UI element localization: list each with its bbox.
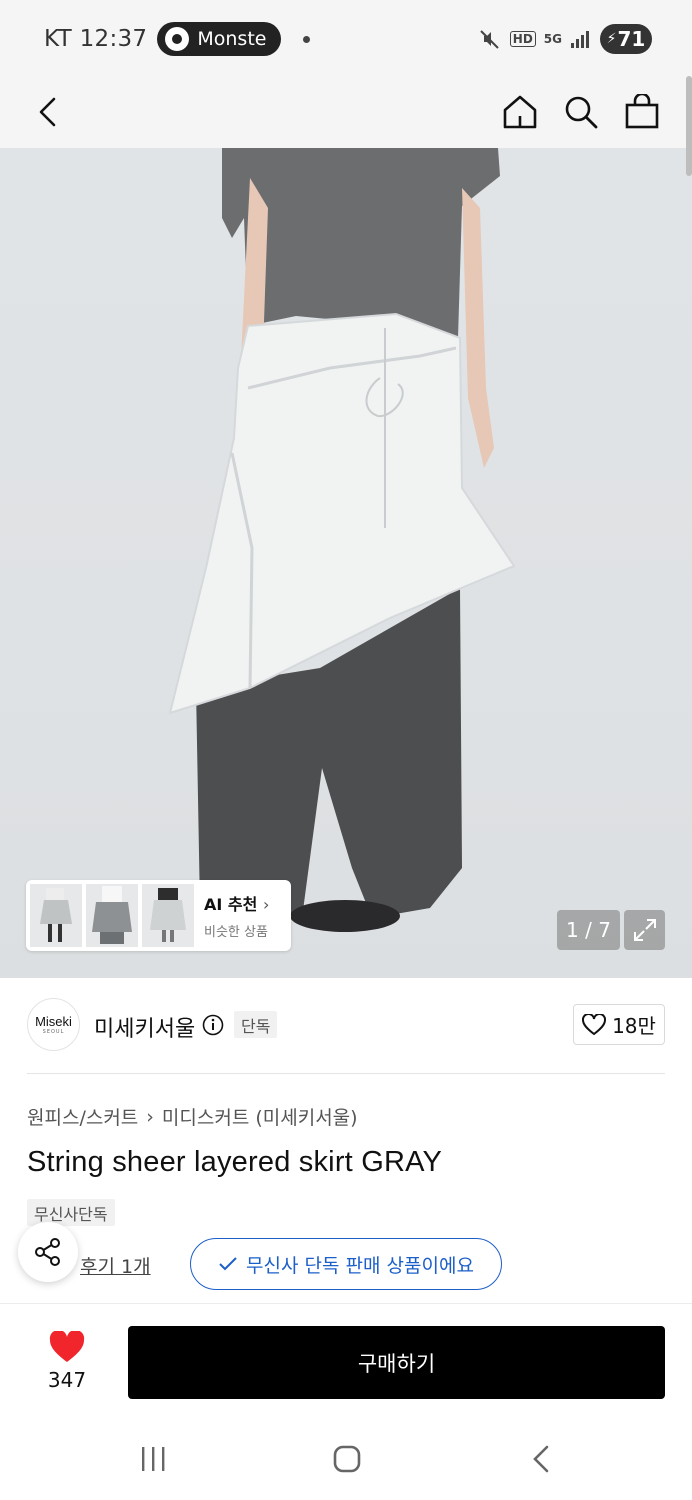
ai-thumb-1[interactable] bbox=[30, 884, 82, 947]
recent-apps-icon bbox=[142, 1447, 165, 1471]
search-icon bbox=[565, 96, 598, 129]
share-button[interactable] bbox=[18, 1222, 78, 1282]
home-nav-icon bbox=[333, 1445, 361, 1473]
shopping-bag-icon bbox=[625, 94, 659, 129]
search-button[interactable] bbox=[555, 84, 607, 140]
exclusive-notice-text: 무신사 단독 판매 상품이에요 bbox=[246, 1254, 474, 1277]
brand-logo-text: Miseki bbox=[35, 1014, 72, 1029]
recent-apps-button[interactable] bbox=[124, 1437, 184, 1481]
status-left: KT 12:37 Monste bbox=[44, 22, 311, 56]
status-right: HD 5G ⚡ 71 bbox=[478, 24, 652, 54]
notification-dot bbox=[303, 35, 311, 43]
ai-text: AI 추천 › 비슷한 상품 bbox=[198, 891, 269, 940]
system-navigation bbox=[0, 1415, 692, 1500]
image-counter: 1 / 7 bbox=[557, 910, 620, 950]
home-button[interactable] bbox=[494, 84, 546, 140]
review-link[interactable]: 후기 1개 bbox=[80, 1252, 151, 1279]
breadcrumb: 원피스/스커트 › 미디스커트 (미세키서울) bbox=[27, 1103, 358, 1130]
product-image[interactable] bbox=[0, 148, 692, 978]
brand-logo-sub: SEOUL bbox=[42, 1029, 65, 1035]
heart-filled-icon[interactable] bbox=[49, 1331, 85, 1363]
ai-thumb-2-image bbox=[92, 886, 132, 944]
product-title: String sheer layered skirt GRAY bbox=[27, 1146, 443, 1178]
network-icon: 5G bbox=[543, 32, 562, 46]
signal-icon bbox=[571, 31, 589, 48]
chevron-left-icon bbox=[39, 97, 56, 127]
carrier-time: KT 12:37 bbox=[44, 26, 148, 52]
buy-button[interactable]: 구매하기 bbox=[128, 1326, 665, 1399]
chevron-right-icon: › bbox=[262, 895, 270, 914]
back-nav-button[interactable] bbox=[511, 1437, 571, 1481]
expand-icon bbox=[633, 919, 656, 941]
ai-thumb-3[interactable] bbox=[142, 884, 194, 947]
purchase-bar: 347 구매하기 bbox=[0, 1303, 692, 1415]
product-photo bbox=[168, 148, 516, 933]
share-icon bbox=[35, 1238, 60, 1266]
ai-thumb-2[interactable] bbox=[86, 884, 138, 947]
heart-outline-icon bbox=[582, 1013, 607, 1035]
ai-thumb-3-image bbox=[150, 888, 186, 942]
breadcrumb-separator-icon: › bbox=[146, 1105, 154, 1128]
mute-icon bbox=[480, 30, 499, 49]
ai-recommend-card[interactable]: AI 추천 › 비슷한 상품 bbox=[26, 880, 291, 951]
home-nav-button[interactable] bbox=[317, 1437, 377, 1481]
brand-name[interactable]: 미세키서울 bbox=[94, 1011, 195, 1043]
ai-thumb-1-image bbox=[40, 888, 72, 942]
media-pill-text: Monste bbox=[197, 28, 267, 50]
info-icon[interactable] bbox=[202, 1014, 224, 1036]
media-icon bbox=[165, 27, 190, 51]
app-header bbox=[0, 76, 692, 148]
ai-subtitle: 비슷한 상품 bbox=[204, 925, 268, 940]
check-icon bbox=[219, 1257, 237, 1271]
back-nav-icon bbox=[533, 1445, 549, 1473]
cart-button[interactable] bbox=[616, 84, 668, 140]
brand-like-button[interactable]: 18만 bbox=[573, 1004, 665, 1045]
breadcrumb-category[interactable]: 원피스/스커트 bbox=[27, 1103, 138, 1130]
expand-button[interactable] bbox=[624, 910, 665, 950]
exclusive-notice[interactable]: 무신사 단독 판매 상품이에요 bbox=[190, 1238, 502, 1290]
brand-like-count: 18만 bbox=[612, 1014, 656, 1038]
back-button[interactable] bbox=[22, 84, 74, 140]
brand-badge: 단독 bbox=[234, 1011, 278, 1038]
breadcrumb-subcategory[interactable]: 미디스커트 (미세키서울) bbox=[162, 1103, 358, 1130]
brand-logo[interactable]: Miseki SEOUL bbox=[27, 998, 80, 1051]
media-pill[interactable]: Monste bbox=[157, 22, 282, 56]
wish-count: 347 bbox=[47, 1368, 87, 1392]
ai-title: AI 추천 › bbox=[204, 895, 270, 914]
status-bar: KT 12:37 Monste HD 5G ⚡ 71 bbox=[0, 0, 692, 76]
home-icon bbox=[503, 95, 537, 129]
hd-icon: HD bbox=[509, 31, 536, 47]
divider bbox=[27, 1073, 665, 1074]
battery-icon: ⚡ 71 bbox=[600, 24, 652, 54]
scroll-indicator[interactable] bbox=[686, 76, 692, 176]
